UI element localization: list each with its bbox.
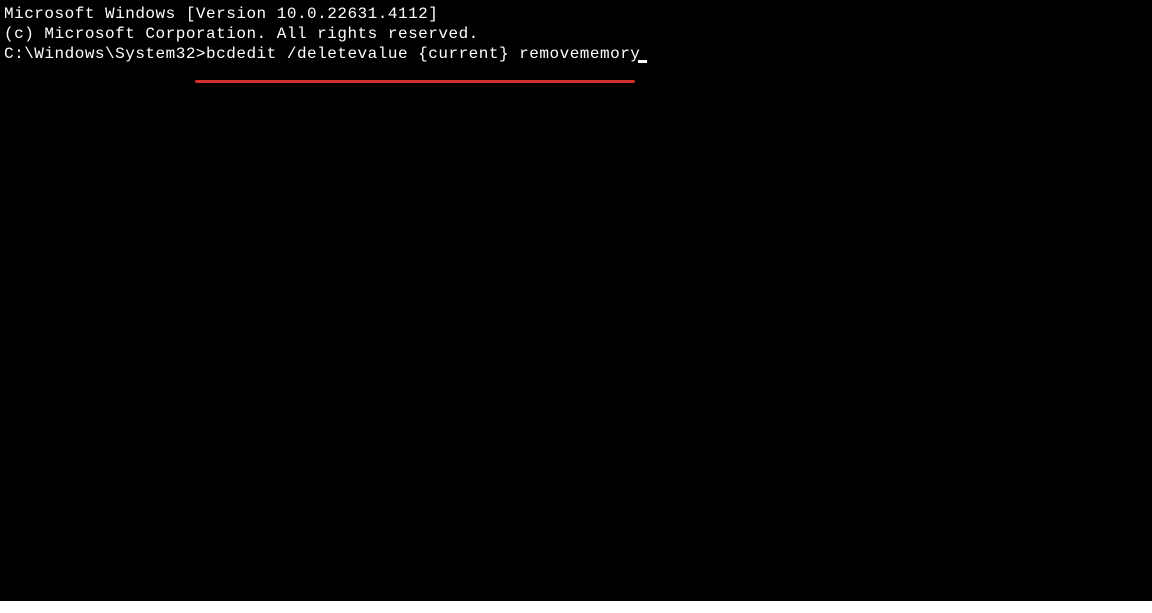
command-prompt-line[interactable]: C:\Windows\System32>bcdedit /deletevalue…	[4, 44, 647, 64]
copyright-line: (c) Microsoft Corporation. All rights re…	[4, 24, 1152, 44]
prompt-path: C:\Windows\System32>	[4, 45, 206, 63]
bottom-strip	[0, 601, 1152, 613]
text-cursor	[638, 60, 647, 63]
annotation-underline	[195, 80, 635, 83]
command-input[interactable]: bcdedit /deletevalue {current} removemem…	[206, 45, 640, 63]
terminal-output[interactable]: Microsoft Windows [Version 10.0.22631.41…	[0, 0, 1152, 64]
version-line: Microsoft Windows [Version 10.0.22631.41…	[4, 4, 1152, 24]
